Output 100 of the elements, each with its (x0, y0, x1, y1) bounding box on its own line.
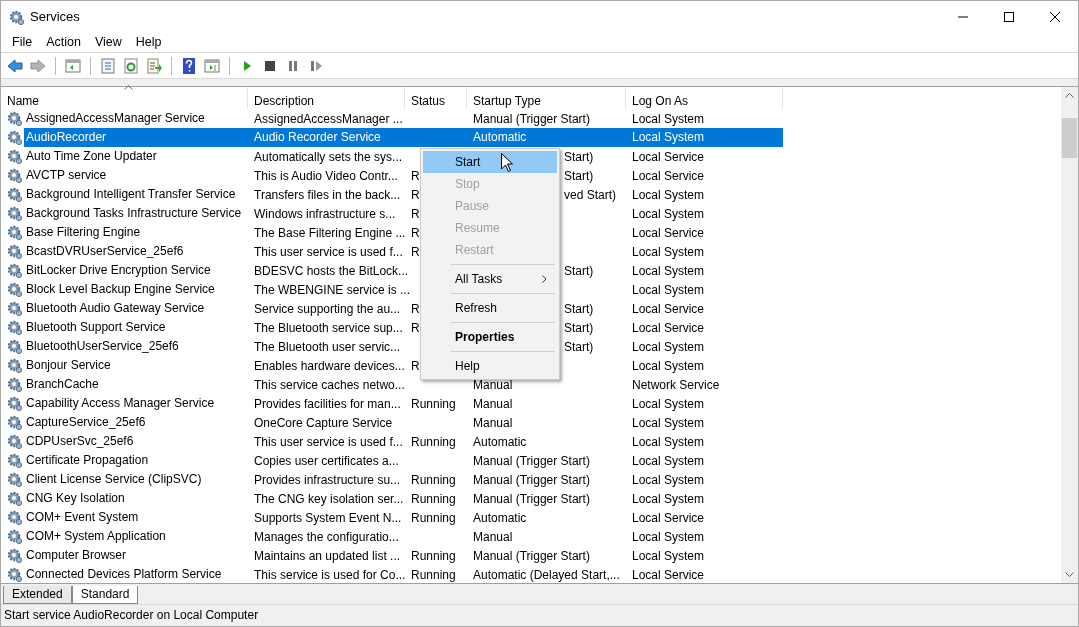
service-name[interactable]: CNG Key Isolation (24, 489, 127, 508)
table-cell-text: Running (410, 509, 457, 527)
table-cell-text: This service is used for Co... (253, 566, 405, 584)
service-name[interactable]: Block Level Backup Engine Service (24, 280, 217, 299)
gear-icon (7, 339, 22, 354)
table-cell: Audio Recorder Service (248, 128, 405, 147)
table-cell-text: Manual (472, 528, 514, 546)
table-cell-text: Local System (631, 471, 706, 489)
table-cell-text: This user service is used f... (253, 243, 404, 261)
menu-item[interactable]: Properties (423, 326, 557, 348)
pointer-cursor-icon (501, 153, 513, 172)
table-cell-text: Local System (631, 205, 706, 223)
gear-icon (7, 244, 22, 259)
panel-icon[interactable] (204, 57, 220, 74)
table-cell-text: Provides facilities for man... (253, 395, 402, 413)
gear-icon (7, 149, 22, 164)
table-cell-text: Manual (Trigger Start) (472, 547, 591, 565)
table-cell-text: Local System (631, 452, 706, 470)
menu-item[interactable]: Start (423, 151, 557, 173)
window-list-icon[interactable] (100, 57, 116, 74)
service-name[interactable]: Bonjour Service (24, 356, 113, 375)
service-name[interactable]: AudioRecorder (24, 128, 248, 147)
table-cell: Start) (564, 149, 594, 164)
view-tab[interactable]: Extended (3, 586, 72, 604)
service-name[interactable]: Bluetooth Audio Gateway Service (24, 299, 207, 318)
table-cell-text: Automatic (Delayed Start,... (472, 566, 621, 584)
back-arrow-icon[interactable] (7, 57, 23, 74)
column-header[interactable]: Startup Type (467, 87, 626, 109)
gear-icon (7, 301, 22, 316)
service-name[interactable]: COM+ Event System (24, 508, 141, 527)
service-name[interactable]: Background Tasks Infrastructure Service (24, 204, 244, 223)
service-name[interactable]: BranchCache (24, 375, 101, 394)
gear-icon (7, 282, 22, 297)
export-list-icon[interactable] (146, 57, 162, 74)
service-name[interactable]: Client License Service (ClipSVC) (24, 470, 204, 489)
gear-icon (7, 130, 22, 145)
table-cell-text: Transfers files in the back... (253, 186, 402, 204)
table-cell-text: The Base Filtering Engine ... (253, 224, 405, 242)
column-header[interactable]: Log On As (626, 87, 783, 109)
service-name[interactable]: Computer Browser (24, 546, 129, 565)
table-cell-text: Local Service (631, 224, 706, 242)
table-cell-text: Local System (631, 414, 706, 432)
menu-item[interactable]: File (5, 33, 40, 52)
service-name[interactable]: AVCTP service (24, 166, 109, 185)
help-icon[interactable] (181, 57, 197, 74)
gear-icon (7, 377, 22, 392)
scroll-thumb[interactable] (1062, 118, 1077, 158)
table-cell-text: Running (410, 395, 457, 413)
table-cell-text: This user service is used f... (253, 433, 404, 451)
table-cell-text: The Bluetooth service sup... (253, 319, 404, 337)
table-cell-text: Copies user certificates a... (253, 452, 400, 470)
service-name[interactable]: CDPUserSvc_25ef6 (24, 432, 136, 451)
table-cell-text: This is Audio Video Contr... (253, 167, 399, 185)
gear-icon (7, 510, 22, 525)
table-cell-text: Provides infrastructure su... (253, 471, 402, 489)
service-name[interactable]: Background Intelligent Transfer Service (24, 185, 238, 204)
gear-icon (7, 320, 22, 335)
service-name[interactable]: Bluetooth Support Service (24, 318, 168, 337)
column-header[interactable]: Description (248, 87, 405, 109)
service-name[interactable]: Connected Devices Platform Service (24, 565, 224, 584)
service-name[interactable]: CaptureService_25ef6 (24, 413, 148, 432)
gear-icon (7, 358, 22, 373)
service-name[interactable]: BcastDVRUserService_25ef6 (24, 242, 186, 261)
service-name[interactable]: AssignedAccessManager Service (24, 109, 207, 128)
table-cell: Start) (564, 168, 594, 183)
service-name[interactable]: COM+ System Application (24, 527, 168, 546)
service-name[interactable]: Auto Time Zone Updater (24, 147, 159, 166)
service-name[interactable]: Capability Access Manager Service (24, 394, 217, 413)
gear-icon (7, 434, 22, 449)
service-name[interactable]: BluetoothUserService_25ef6 (24, 337, 181, 356)
table-cell-text: Local System (631, 395, 706, 413)
menu-item[interactable]: Refresh (423, 297, 557, 319)
table-cell-text: Local System (631, 357, 706, 375)
table-cell-text: Running (410, 547, 457, 565)
chevron-right-icon (542, 275, 547, 283)
service-name[interactable]: Certificate Propagation (24, 451, 151, 470)
menu-item[interactable]: Help (128, 33, 169, 52)
menu-item[interactable]: View (87, 33, 129, 52)
column-header[interactable]: Status (405, 87, 467, 109)
table-cell-text: Enables hardware devices... (253, 357, 405, 375)
service-name[interactable]: Base Filtering Engine (24, 223, 143, 242)
menu-item[interactable]: Help (423, 355, 557, 377)
view-tab[interactable]: Standard (71, 586, 139, 604)
table-cell-text: Local Service (631, 148, 706, 166)
column-header[interactable]: Name (1, 87, 248, 109)
service-name[interactable]: BitLocker Drive Encryption Service (24, 261, 213, 280)
table-cell-text: Local Service (631, 167, 706, 185)
refresh-icon[interactable] (123, 57, 139, 74)
gear-icon (7, 168, 22, 183)
table-cell-text: Automatic (472, 509, 528, 527)
menu-item[interactable]: Action (39, 33, 88, 52)
table-cell-text: Automatically sets the sys... (253, 148, 404, 166)
menu-item[interactable]: All Tasks (423, 268, 557, 290)
table-cell-text: Local System (631, 528, 706, 546)
gear-icon (7, 453, 22, 468)
table-cell: Local System (626, 128, 783, 147)
close-icon[interactable] (1050, 12, 1060, 22)
maximize-icon[interactable] (1004, 12, 1014, 22)
scrollbar[interactable] (1061, 87, 1078, 583)
panel-icon[interactable] (65, 57, 81, 74)
